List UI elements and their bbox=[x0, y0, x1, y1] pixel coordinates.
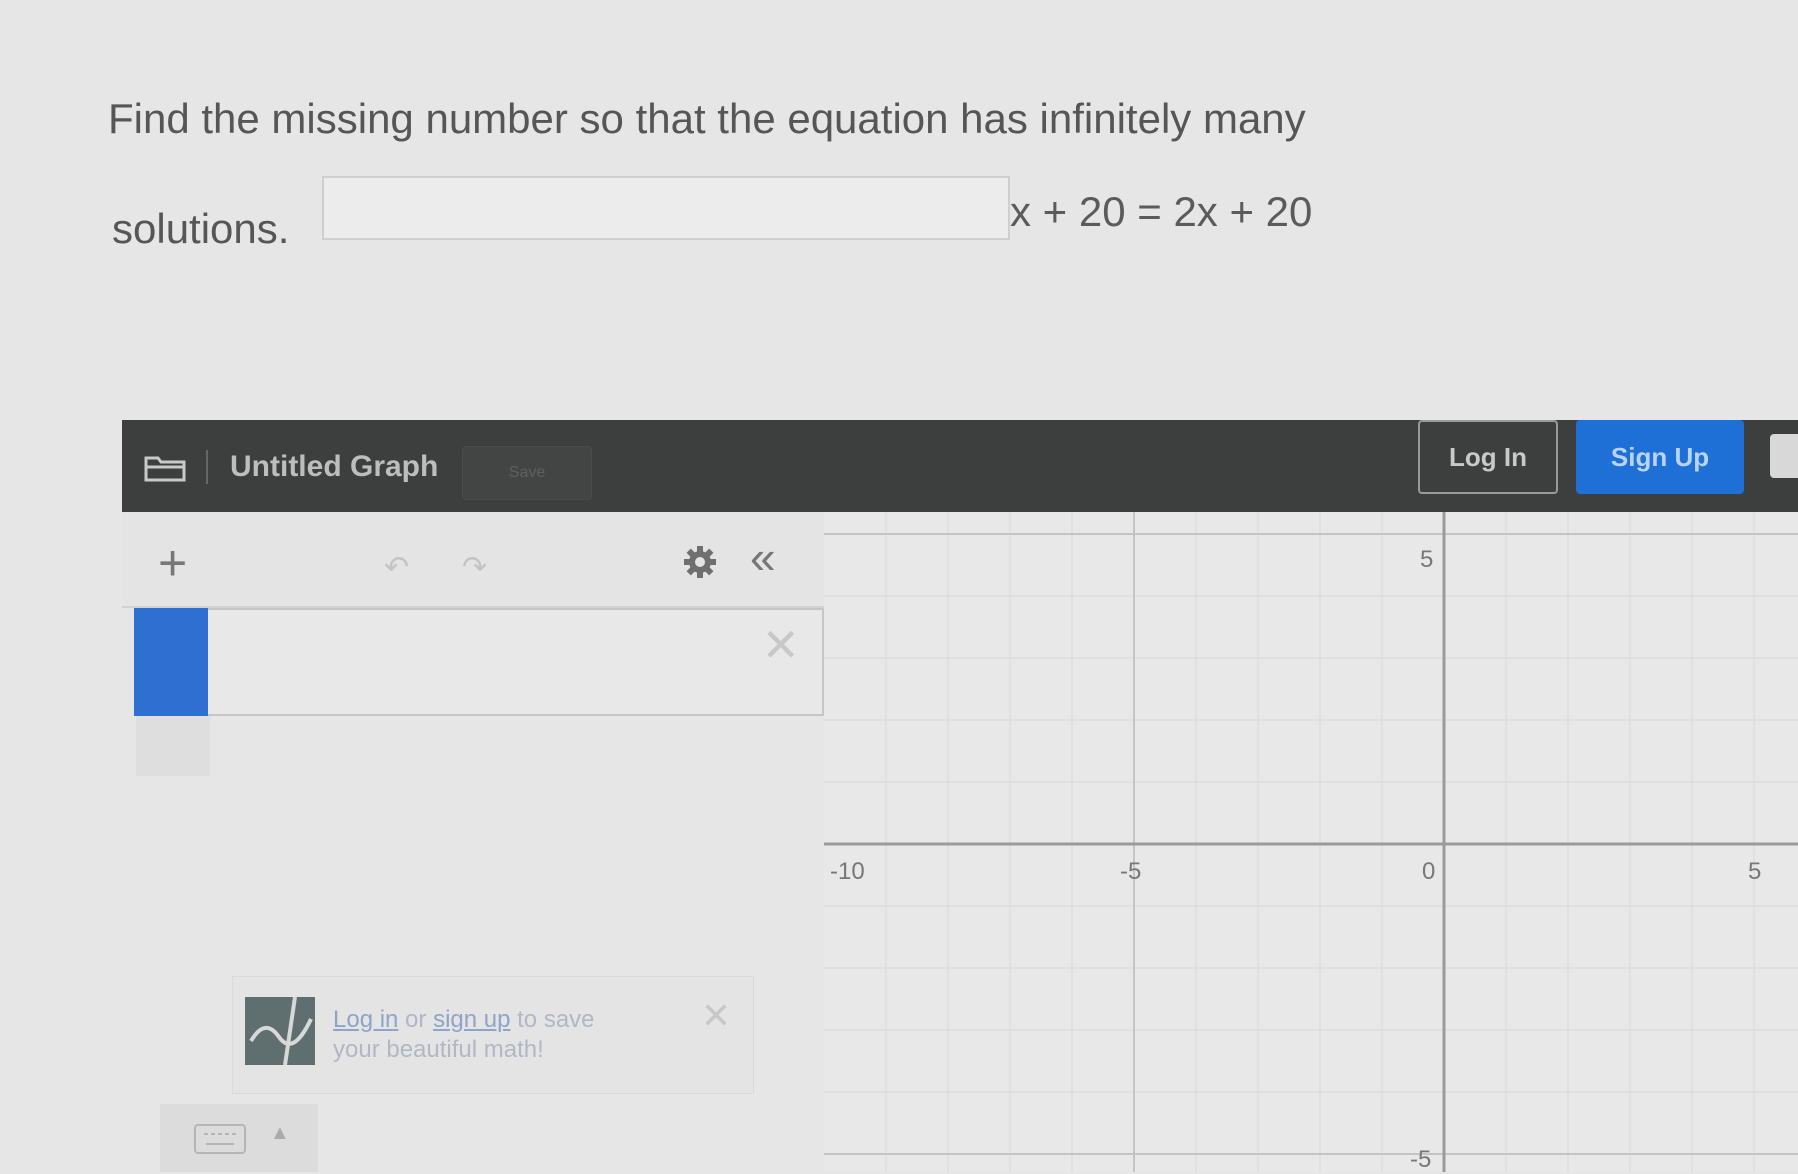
folder-icon[interactable] bbox=[144, 454, 186, 482]
topbar-divider bbox=[206, 450, 208, 484]
graph-topbar: Untitled Graph Save Log In Sign Up bbox=[122, 420, 1798, 512]
graph-title[interactable]: Untitled Graph bbox=[230, 450, 438, 484]
graph-canvas[interactable]: -10 -5 0 5 5 -5 bbox=[824, 512, 1798, 1173]
graph-grid bbox=[824, 512, 1798, 1172]
undo-icon[interactable]: ↶ bbox=[384, 550, 409, 585]
expression-color-tab[interactable] bbox=[134, 608, 208, 716]
y-tick-label: 5 bbox=[1420, 546, 1434, 573]
notice-line-2: your beautiful math! bbox=[333, 1036, 544, 1063]
notice-tail-text: to save bbox=[510, 1006, 595, 1033]
graph-icon bbox=[245, 997, 315, 1065]
notice-login-link[interactable]: Log in bbox=[333, 1006, 398, 1033]
redo-icon[interactable]: ↷ bbox=[462, 550, 487, 585]
expression-row[interactable]: ✕ bbox=[134, 608, 824, 716]
close-icon[interactable]: ✕ bbox=[761, 618, 800, 672]
answer-input[interactable] bbox=[322, 176, 1010, 240]
y-tick-label: -5 bbox=[1410, 1146, 1432, 1173]
equation-text: x + 20 = 2x + 20 bbox=[1010, 188, 1313, 235]
topbar-edge-button[interactable] bbox=[1770, 434, 1798, 478]
expression-toolbar: + ↶ ↷ « bbox=[122, 512, 824, 608]
chevron-up-icon: ▲ bbox=[270, 1122, 290, 1144]
x-tick-label: 5 bbox=[1748, 858, 1762, 885]
question-line-2: solutions. bbox=[112, 205, 290, 252]
plus-icon[interactable]: + bbox=[158, 538, 187, 588]
gear-icon[interactable] bbox=[682, 544, 718, 580]
empty-row-tab[interactable] bbox=[136, 716, 210, 776]
keyboard-icon bbox=[194, 1124, 246, 1154]
save-notice: Log in or sign up to save your beautiful… bbox=[232, 976, 754, 1094]
expression-panel: + ↶ ↷ « ✕ Log in or sign up to save your… bbox=[122, 512, 826, 1172]
x-tick-label: -5 bbox=[1120, 858, 1142, 885]
close-icon[interactable]: ✕ bbox=[701, 995, 731, 1037]
keyboard-button[interactable]: ▲ bbox=[160, 1104, 318, 1172]
signup-button[interactable]: Sign Up bbox=[1576, 420, 1744, 494]
save-button[interactable]: Save bbox=[462, 446, 592, 500]
login-button[interactable]: Log In bbox=[1418, 420, 1558, 494]
question-line-1: Find the missing number so that the equa… bbox=[108, 95, 1306, 142]
notice-or-text: or bbox=[398, 1006, 434, 1033]
double-chevron-left-icon[interactable]: « bbox=[750, 534, 776, 580]
save-notice-text: Log in or sign up to save your beautiful… bbox=[333, 1005, 595, 1065]
x-tick-label: 0 bbox=[1422, 858, 1436, 885]
notice-signup-link[interactable]: sign up bbox=[433, 1006, 510, 1033]
x-tick-label: -10 bbox=[830, 858, 865, 885]
